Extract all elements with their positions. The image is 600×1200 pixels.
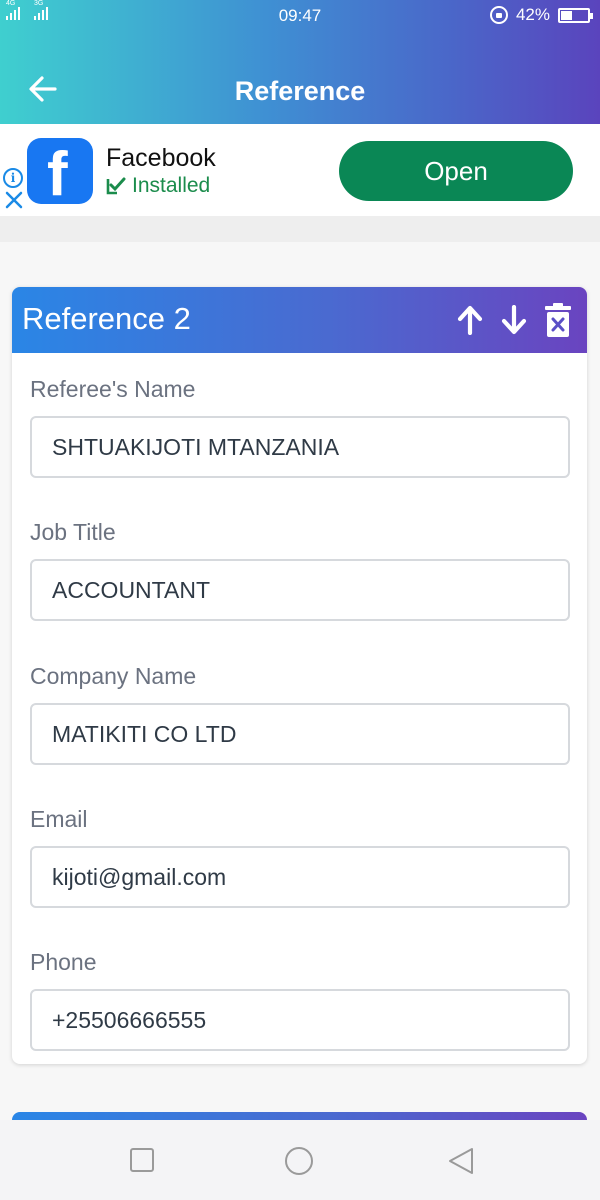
battery-percent: 42% [515, 5, 550, 24]
arrow-down-icon [501, 305, 527, 335]
status-bar: 4G 3G 09:47 42% [0, 0, 600, 32]
field-referee-name: Referee's Name SHTUAKIJOTI MTANZANIA [30, 376, 570, 478]
field-email: Email kijoti@gmail.com [30, 806, 570, 908]
field-job-title: Job Title ACCOUNTANT [30, 519, 570, 621]
delete-button[interactable] [543, 303, 573, 337]
ad-app-name: Facebook [106, 144, 216, 172]
move-down-button[interactable] [499, 303, 529, 337]
field-label: Email [30, 806, 88, 832]
home-icon[interactable] [284, 1146, 314, 1176]
navigation-bar [0, 1120, 600, 1200]
ad-banner[interactable]: i f Facebook Installed Open [0, 124, 600, 216]
field-label: Company Name [30, 663, 197, 689]
referee-name-input[interactable]: SHTUAKIJOTI MTANZANIA [30, 416, 570, 478]
info-icon[interactable]: i [3, 168, 23, 188]
installed-label: Installed [132, 174, 211, 197]
facebook-logo-icon: f [27, 138, 93, 204]
phone-input[interactable]: +25506666555 [30, 989, 570, 1051]
job-title-input[interactable]: ACCOUNTANT [30, 559, 570, 621]
logo-letter: f [47, 140, 68, 205]
field-label: Job Title [30, 519, 116, 545]
ad-installed-status: Installed [106, 174, 210, 198]
recent-apps-icon[interactable] [128, 1146, 158, 1176]
reference-card: Reference 2 Referee's Name SHTUAKIJOTI M… [12, 287, 587, 1064]
page-title: Reference [234, 76, 366, 106]
trash-icon [545, 303, 571, 337]
open-button[interactable]: Open [339, 141, 573, 201]
field-company-name: Company Name MATIKITI CO LTD [30, 663, 570, 765]
field-label: Referee's Name [30, 376, 196, 402]
card-header: Reference 2 [12, 287, 587, 353]
card-title: Reference 2 [22, 301, 191, 336]
company-name-input[interactable]: MATIKITI CO LTD [30, 703, 570, 765]
header: 4G 3G 09:47 42% Reference [0, 0, 600, 124]
email-input[interactable]: kijoti@gmail.com [30, 846, 570, 908]
field-label: Phone [30, 949, 97, 975]
divider [0, 216, 600, 242]
arrow-up-icon [457, 305, 483, 335]
app-bar: Reference [0, 32, 600, 124]
move-up-button[interactable] [455, 303, 485, 337]
close-icon[interactable] [4, 190, 24, 210]
battery-icon [558, 7, 593, 23]
rotation-lock-icon [489, 6, 508, 24]
card-actions [455, 303, 573, 337]
field-phone: Phone +25506666555 [30, 949, 570, 1051]
status-right: 42% [489, 5, 593, 25]
back-icon[interactable] [446, 1146, 476, 1176]
installed-check-icon [106, 177, 126, 195]
